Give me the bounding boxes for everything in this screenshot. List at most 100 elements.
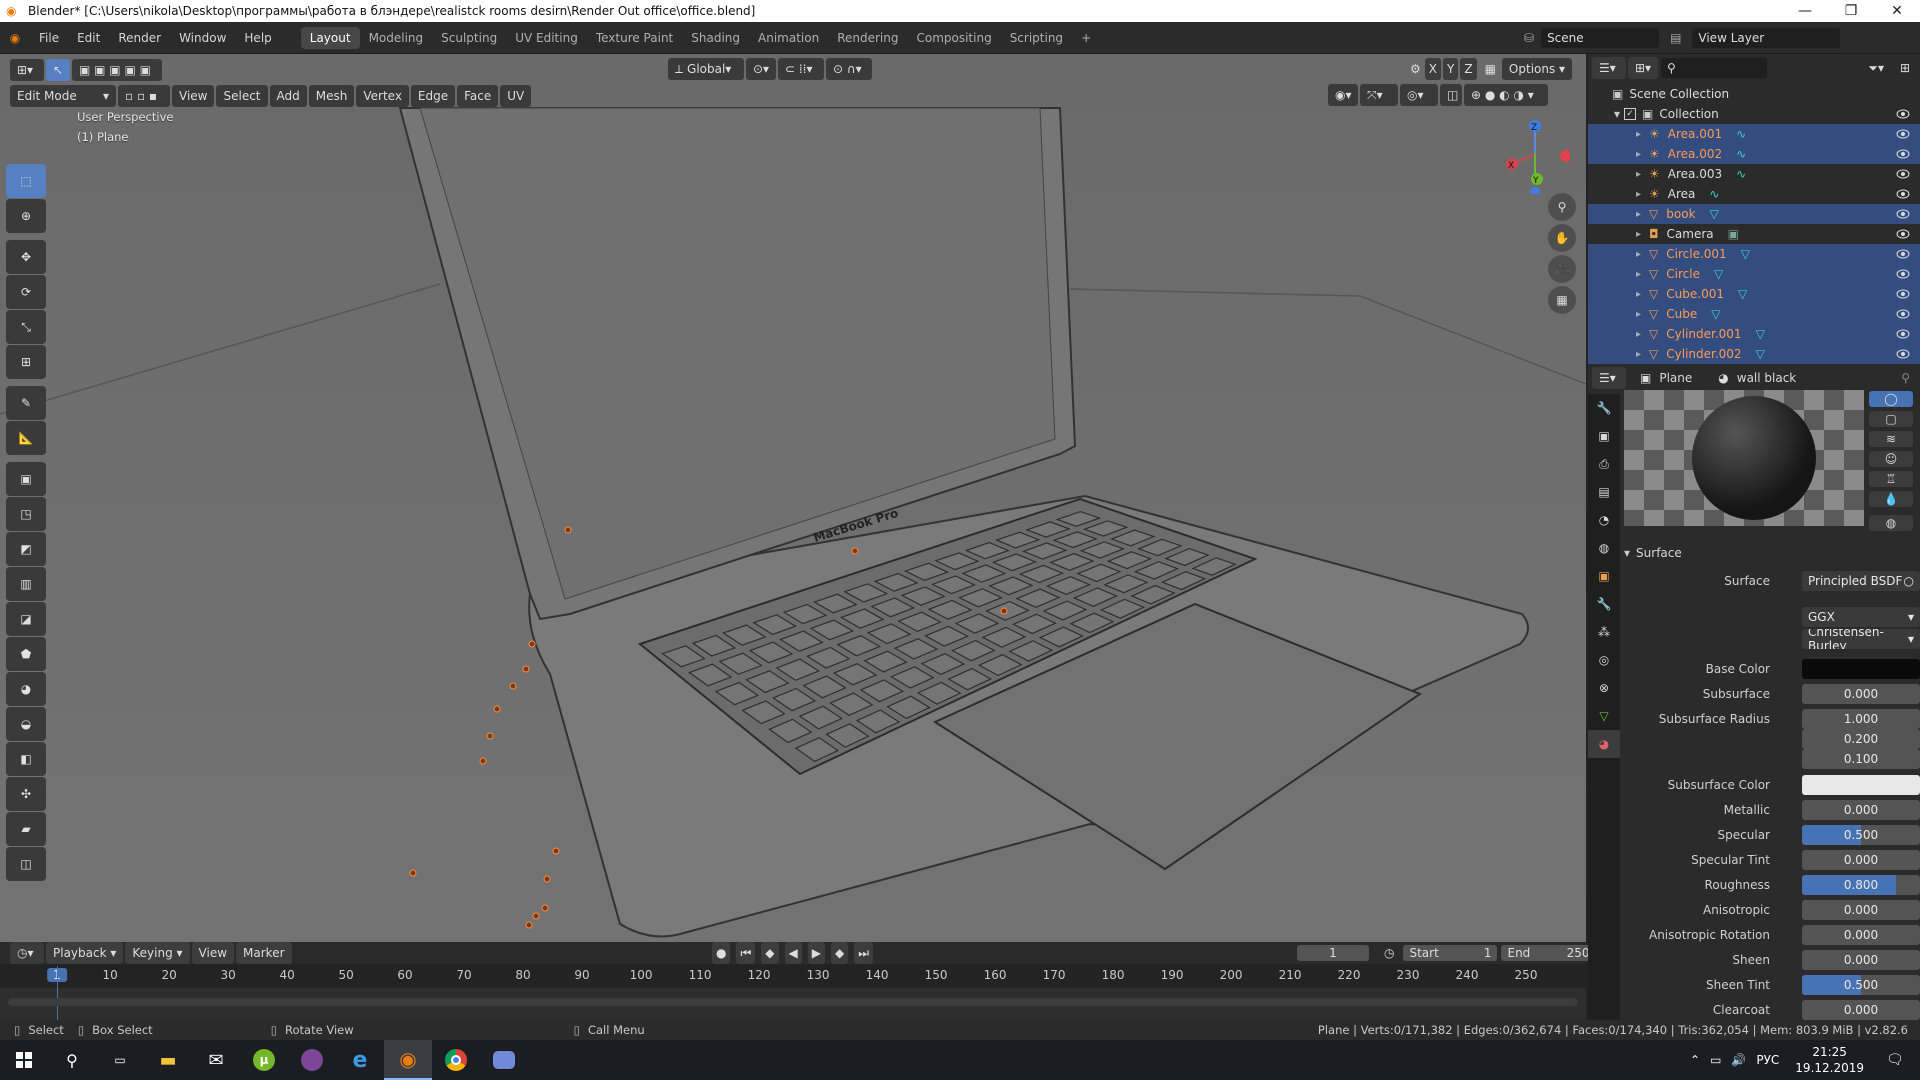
mesh-vertex[interactable] bbox=[552, 847, 560, 855]
eye-icon[interactable] bbox=[1896, 228, 1910, 240]
proportional-edit-icon[interactable]: ⊙ ∩▾ bbox=[826, 58, 872, 80]
shrink-fatten-tool-icon[interactable]: ✣ bbox=[6, 777, 46, 811]
color-swatch[interactable] bbox=[1802, 659, 1920, 679]
chrome-icon[interactable] bbox=[432, 1040, 480, 1080]
view-layer-selector[interactable]: View Layer bbox=[1691, 27, 1842, 49]
pivot-icon[interactable]: ⊙▾ bbox=[746, 58, 776, 80]
eye-icon[interactable] bbox=[1896, 308, 1910, 320]
blender-taskbar-icon[interactable]: ◉ bbox=[384, 1040, 432, 1080]
value-slider[interactable]: 0.800 bbox=[1802, 875, 1920, 895]
scene-selector[interactable]: Scene bbox=[1540, 27, 1661, 49]
scale-tool-icon[interactable]: ⤡ bbox=[6, 310, 46, 344]
outliner-item[interactable]: ▸ ☀ Area.002 ∿ bbox=[1588, 144, 1920, 164]
outliner-item[interactable]: ▸ ▽ Circle.001 ▽ bbox=[1588, 244, 1920, 264]
gizmo-icon[interactable]: ⤧▾ bbox=[1360, 84, 1398, 106]
prev-keyframe-icon[interactable]: ◆ bbox=[761, 942, 779, 964]
menu-window[interactable]: Window bbox=[170, 27, 235, 49]
chevron-right-icon[interactable]: ▸ bbox=[1636, 129, 1641, 140]
shear-tool-icon[interactable]: ▰ bbox=[6, 812, 46, 846]
chevron-right-icon[interactable]: ▸ bbox=[1636, 349, 1641, 360]
value-slider[interactable]: 0.000 bbox=[1802, 850, 1920, 870]
material-tab-icon[interactable]: ◕ bbox=[1588, 730, 1620, 758]
value-slider[interactable]: 0.100 bbox=[1802, 749, 1920, 769]
distribution-dropdown[interactable]: GGX ▾ bbox=[1802, 607, 1920, 627]
tab-animation[interactable]: Animation bbox=[749, 27, 828, 49]
value-slider[interactable]: 0.000 bbox=[1802, 1000, 1920, 1020]
eye-icon[interactable] bbox=[1896, 208, 1910, 220]
laptop-scene[interactable]: MacBook Pro bbox=[0, 54, 1586, 942]
overlay-icon[interactable]: ◎▾ bbox=[1400, 84, 1438, 106]
mesh-data-icon[interactable]: ▽ bbox=[1710, 207, 1719, 221]
measure-tool-icon[interactable]: 📐 bbox=[6, 421, 46, 455]
menu-file[interactable]: File bbox=[30, 27, 68, 49]
preview-hair-icon[interactable]: ≋ bbox=[1868, 430, 1914, 448]
minimize-button[interactable]: — bbox=[1782, 0, 1828, 22]
menu-timeline-view[interactable]: View bbox=[191, 942, 235, 964]
file-explorer-icon[interactable]: ▬ bbox=[144, 1040, 192, 1080]
uv-sync-icon[interactable]: ▦ bbox=[1485, 62, 1496, 76]
outliner-item[interactable]: ▸ ☀ Area.003 ∿ bbox=[1588, 164, 1920, 184]
chevron-down-icon[interactable]: ▾ bbox=[1614, 107, 1620, 121]
outliner-editor-type-icon[interactable]: ☰▾ bbox=[1592, 57, 1626, 79]
maximize-button[interactable]: ❐ bbox=[1828, 0, 1874, 22]
tab-scripting[interactable]: Scripting bbox=[1001, 27, 1072, 49]
mesh-data-icon[interactable]: ▽ bbox=[1714, 267, 1723, 281]
value-slider[interactable]: 0.200 bbox=[1802, 729, 1920, 749]
play-icon[interactable]: ▶ bbox=[807, 942, 825, 964]
eye-icon[interactable] bbox=[1896, 348, 1910, 360]
menu-render[interactable]: Render bbox=[109, 27, 170, 49]
chevron-right-icon[interactable]: ▸ bbox=[1636, 209, 1641, 220]
preview-fluid-icon[interactable]: 💧 bbox=[1868, 490, 1914, 508]
move-tool-icon[interactable]: ✥ bbox=[6, 240, 46, 274]
mesh-vertex[interactable] bbox=[528, 640, 536, 648]
edge-slide-tool-icon[interactable]: ◧ bbox=[6, 742, 46, 776]
mesh-data-icon[interactable]: ▽ bbox=[1741, 247, 1750, 261]
light-data-icon[interactable]: ∿ bbox=[1709, 187, 1719, 201]
outliner-item[interactable]: ▸ ☀ Area.001 ∿ bbox=[1588, 124, 1920, 144]
snap-icon[interactable]: ⊂ ⁞⁞▾ bbox=[778, 58, 824, 80]
mesh-vertex[interactable] bbox=[522, 665, 530, 673]
extrude-tool-icon[interactable]: ▣ bbox=[6, 462, 46, 496]
preview-sphere-icon[interactable]: ◯ bbox=[1868, 390, 1914, 408]
mesh-vertex[interactable] bbox=[543, 875, 551, 883]
view-layer-tab-icon[interactable]: ▤ bbox=[1588, 478, 1620, 506]
frame-ruler[interactable]: 1102030405060708090100110120130140150160… bbox=[0, 964, 1586, 988]
object-tab-icon[interactable]: ▣ bbox=[1588, 562, 1620, 590]
spin-tool-icon[interactable]: ◕ bbox=[6, 672, 46, 706]
tab-rendering[interactable]: Rendering bbox=[828, 27, 907, 49]
eye-icon[interactable] bbox=[1896, 148, 1910, 160]
subsurface-method-dropdown[interactable]: Christensen-Burley ▾ bbox=[1802, 629, 1920, 649]
axis-z-toggle[interactable]: Z bbox=[1460, 58, 1477, 80]
close-button[interactable]: ✕ bbox=[1874, 0, 1920, 22]
knife-tool-icon[interactable]: ◪ bbox=[6, 602, 46, 636]
preview-cube-icon[interactable]: ▢ bbox=[1868, 410, 1914, 428]
poly-build-tool-icon[interactable]: ⬟ bbox=[6, 637, 46, 671]
chevron-right-icon[interactable]: ▸ bbox=[1636, 289, 1641, 300]
chevron-right-icon[interactable]: ▸ bbox=[1636, 309, 1641, 320]
chevron-right-icon[interactable]: ▸ bbox=[1636, 189, 1641, 200]
mirror-icon[interactable]: ⚙ bbox=[1410, 62, 1421, 76]
inset-tool-icon[interactable]: ◳ bbox=[6, 497, 46, 531]
value-slider[interactable]: 0.500 bbox=[1802, 825, 1920, 845]
outliner-item[interactable]: ▸ ▽ Circle ▽ bbox=[1588, 264, 1920, 284]
scene-tab-icon[interactable]: ◔ bbox=[1588, 506, 1620, 534]
value-slider[interactable]: 0.000 bbox=[1802, 684, 1920, 704]
tab-texture-paint[interactable]: Texture Paint bbox=[587, 27, 682, 49]
tab-layout[interactable]: Layout bbox=[300, 26, 360, 49]
menu-mesh[interactable]: Mesh bbox=[308, 85, 355, 107]
surface-panel-header[interactable]: ▾ Surface bbox=[1624, 542, 1914, 564]
network-icon[interactable]: ▭ bbox=[1710, 1053, 1721, 1067]
menu-keying[interactable]: Keying ▾ bbox=[125, 942, 190, 964]
language-indicator[interactable]: РУС bbox=[1756, 1053, 1779, 1067]
menu-vertex[interactable]: Vertex bbox=[356, 85, 409, 107]
edge-browser-icon[interactable]: e bbox=[336, 1040, 384, 1080]
outliner-item[interactable]: ▸ ▽ Cylinder.002 ▽ bbox=[1588, 344, 1920, 364]
menu-help[interactable]: Help bbox=[235, 27, 280, 49]
volume-icon[interactable]: 🔊 bbox=[1731, 1053, 1746, 1067]
mesh-data-icon[interactable]: ▽ bbox=[1738, 287, 1747, 301]
eye-icon[interactable] bbox=[1896, 248, 1910, 260]
task-view-icon[interactable]: ▭ bbox=[96, 1040, 144, 1080]
value-slider[interactable]: 0.000 bbox=[1802, 925, 1920, 945]
value-slider[interactable]: 0.000 bbox=[1802, 800, 1920, 820]
menu-select[interactable]: Select bbox=[216, 85, 268, 107]
